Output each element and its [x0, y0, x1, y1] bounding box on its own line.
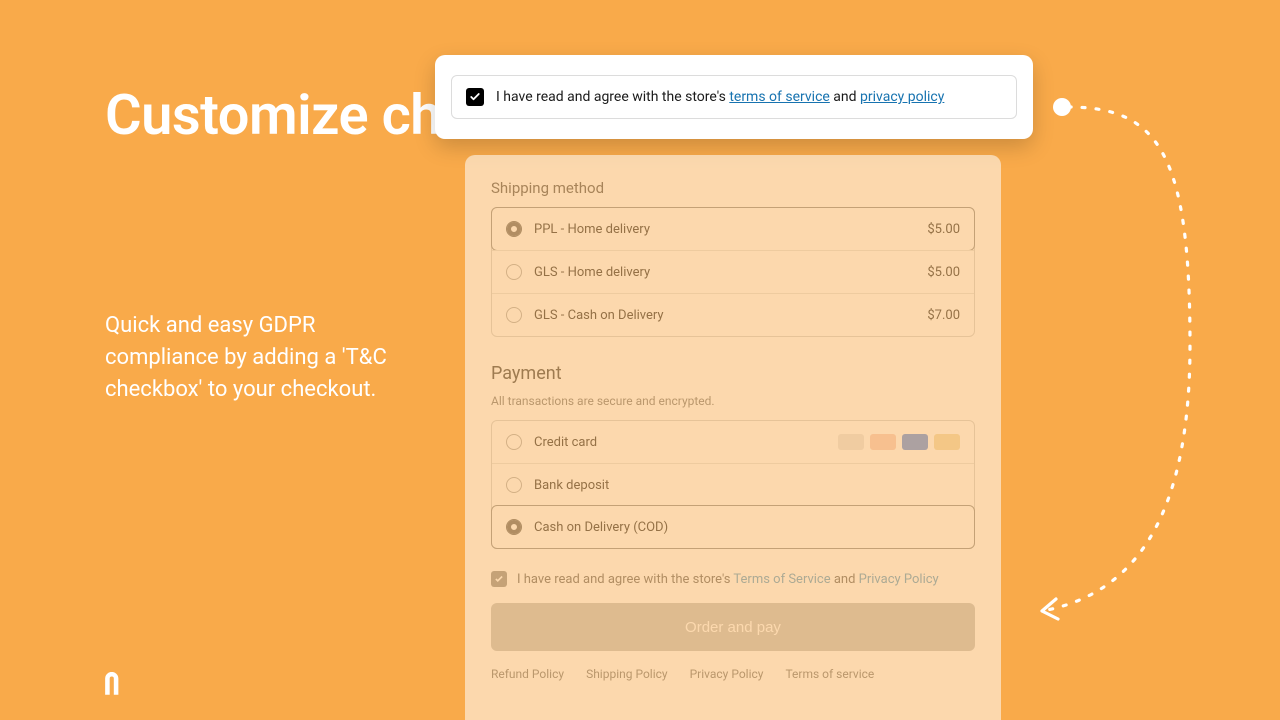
terms-checkbox-secondary[interactable]: I have read and agree with the store's T… [491, 571, 975, 587]
radio-icon [506, 307, 522, 323]
payment-option[interactable]: Credit card [492, 421, 974, 463]
shipping-options: PPL - Home delivery $5.00 GLS - Home del… [491, 207, 975, 337]
mastercard-icon [870, 434, 896, 450]
shipping-price: $5.00 [927, 222, 960, 237]
footer-link[interactable]: Privacy Policy [690, 667, 764, 681]
footer-link[interactable]: Shipping Policy [586, 667, 668, 681]
radio-icon [506, 221, 522, 237]
shipping-price: $7.00 [927, 308, 960, 323]
payment-option[interactable]: Bank deposit [492, 463, 974, 506]
page-subheadline: Quick and easy GDPR compliance by adding… [105, 310, 395, 406]
checkbox-icon [491, 571, 507, 587]
shipping-method-title: Shipping method [491, 179, 975, 197]
payment-title: Payment [491, 363, 975, 384]
brand-logo [102, 672, 128, 698]
shipping-option[interactable]: PPL - Home delivery $5.00 [491, 207, 975, 251]
checkbox-icon[interactable] [466, 88, 484, 106]
terms-checkbox-row[interactable]: I have read and agree with the store's t… [451, 75, 1017, 119]
logo-icon [102, 672, 128, 698]
payment-option[interactable]: Cash on Delivery (COD) [491, 505, 975, 549]
terms-checkbox-card: I have read and agree with the store's t… [435, 55, 1033, 139]
shipping-option[interactable]: GLS - Home delivery $5.00 [492, 250, 974, 293]
visa-icon [838, 434, 864, 450]
payment-note: All transactions are secure and encrypte… [491, 394, 975, 408]
card-brand-icons [838, 434, 960, 450]
payment-options: Credit card Bank deposit Cash on Deliver… [491, 420, 975, 549]
more-cards-icon [934, 434, 960, 450]
footer-link[interactable]: Refund Policy [491, 667, 564, 681]
arrow-start-dot-icon [1053, 98, 1071, 116]
arrow-path [1042, 107, 1190, 611]
callout-arrow [1040, 95, 1220, 625]
privacy-policy-link[interactable]: privacy policy [860, 89, 944, 105]
checkout-panel: Shipping method PPL - Home delivery $5.0… [465, 155, 1001, 720]
arrow-head-icon [1042, 599, 1058, 619]
radio-icon [506, 434, 522, 450]
footer-links: Refund Policy Shipping Policy Privacy Po… [491, 667, 975, 681]
terms-link[interactable]: Terms of Service [733, 572, 830, 587]
shipping-option[interactable]: GLS - Cash on Delivery $7.00 [492, 293, 974, 336]
radio-icon [506, 264, 522, 280]
radio-icon [506, 477, 522, 493]
terms-of-service-link[interactable]: terms of service [729, 89, 830, 105]
footer-link[interactable]: Terms of service [785, 667, 874, 681]
order-and-pay-button[interactable]: Order and pay [491, 603, 975, 651]
terms-text: I have read and agree with the store's t… [496, 89, 944, 105]
shipping-price: $5.00 [927, 265, 960, 280]
amex-icon [902, 434, 928, 450]
radio-icon [506, 519, 522, 535]
privacy-link[interactable]: Privacy Policy [859, 572, 939, 587]
